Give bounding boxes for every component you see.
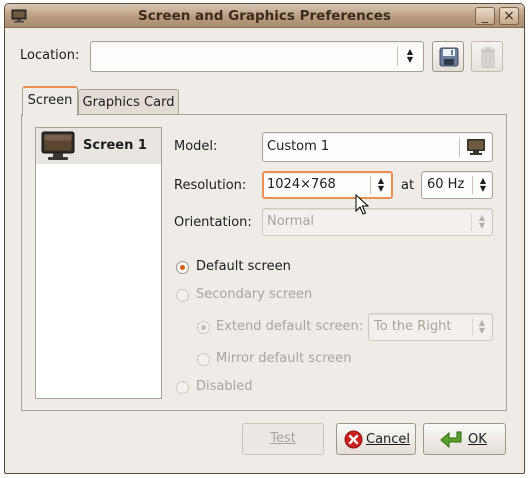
chevron-updown-icon: ▲ ▼: [478, 318, 486, 335]
ok-button[interactable]: OK: [423, 423, 506, 455]
monitor-icon[interactable]: [466, 138, 486, 160]
title-bar[interactable]: Screen and Graphics Preferences _ ×: [5, 4, 524, 28]
model-field[interactable]: Custom 1: [262, 132, 493, 162]
resolution-combo[interactable]: 1024×768 ▲ ▼: [262, 171, 393, 199]
extend-direction-value: To the Right: [374, 319, 452, 334]
combo-separator: [472, 318, 473, 336]
combo-separator: [459, 138, 460, 157]
secondary-screen-radio[interactable]: [176, 289, 189, 302]
extend-direction-combo[interactable]: To the Right ▲ ▼: [368, 313, 493, 341]
extend-default-radio[interactable]: [197, 321, 210, 334]
cancel-icon: [344, 430, 363, 453]
combo-separator: [397, 47, 398, 66]
trash-icon: [479, 46, 497, 72]
secondary-screen-label[interactable]: Secondary screen: [196, 287, 312, 302]
mirror-default-label[interactable]: Mirror default screen: [216, 351, 352, 366]
save-location-button[interactable]: [432, 41, 464, 72]
resolution-label: Resolution:: [174, 178, 247, 193]
combo-separator: [471, 213, 472, 231]
location-label: Location:: [20, 48, 80, 63]
screen-list[interactable]: Screen 1: [35, 127, 162, 399]
refresh-rate-combo[interactable]: 60 Hz ▲ ▼: [421, 171, 493, 199]
chevron-updown-icon: ▲ ▼: [479, 176, 487, 193]
default-screen-radio[interactable]: [176, 261, 189, 274]
chevron-updown-icon: ▲ ▼: [478, 213, 486, 230]
close-button[interactable]: ×: [499, 7, 519, 25]
combo-separator: [472, 176, 473, 194]
window-title: Screen and Graphics Preferences: [138, 8, 391, 24]
cancel-button[interactable]: Cancel: [336, 423, 416, 455]
chevron-updown-icon: ▲ ▼: [406, 47, 414, 64]
delete-location-button[interactable]: [471, 41, 503, 72]
extend-default-label[interactable]: Extend default screen:: [216, 319, 363, 334]
test-button-label: Test: [270, 431, 296, 446]
orientation-label: Orientation:: [174, 215, 252, 230]
monitor-icon: [41, 131, 75, 165]
floppy-disk-icon: [439, 47, 459, 71]
test-button[interactable]: Test: [242, 423, 324, 455]
minimize-button[interactable]: _: [475, 7, 495, 25]
chevron-updown-icon: ▲ ▼: [377, 176, 385, 193]
cancel-button-label: Cancel: [366, 432, 411, 447]
mouse-pointer-icon: [355, 193, 370, 220]
tab-screen[interactable]: Screen: [22, 86, 78, 116]
preferences-window: Screen and Graphics Preferences _ × Loca…: [4, 3, 525, 474]
ok-button-label: OK: [468, 432, 487, 447]
disabled-radio[interactable]: [176, 381, 189, 394]
ok-arrow-icon: [440, 430, 464, 454]
refresh-rate-value: 60 Hz: [427, 177, 465, 192]
screen-item-label: Screen 1: [83, 138, 147, 153]
mirror-default-radio[interactable]: [197, 353, 210, 366]
tab-panel-screen: Screen 1 Model: Custom 1 Resolution: 102…: [21, 114, 507, 411]
combo-separator: [370, 176, 371, 194]
disabled-label[interactable]: Disabled: [196, 379, 252, 394]
orientation-value: Normal: [267, 214, 315, 229]
model-label: Model:: [174, 139, 218, 154]
at-label: at: [401, 178, 415, 193]
location-combo[interactable]: ▲ ▼: [90, 41, 424, 72]
tab-graphics-card[interactable]: Graphics Card: [78, 89, 179, 115]
resolution-value: 1024×768: [267, 177, 336, 192]
list-item[interactable]: Screen 1: [36, 128, 161, 164]
default-screen-label[interactable]: Default screen: [196, 259, 291, 274]
model-value: Custom 1: [267, 139, 330, 154]
orientation-combo[interactable]: Normal ▲ ▼: [262, 208, 493, 236]
